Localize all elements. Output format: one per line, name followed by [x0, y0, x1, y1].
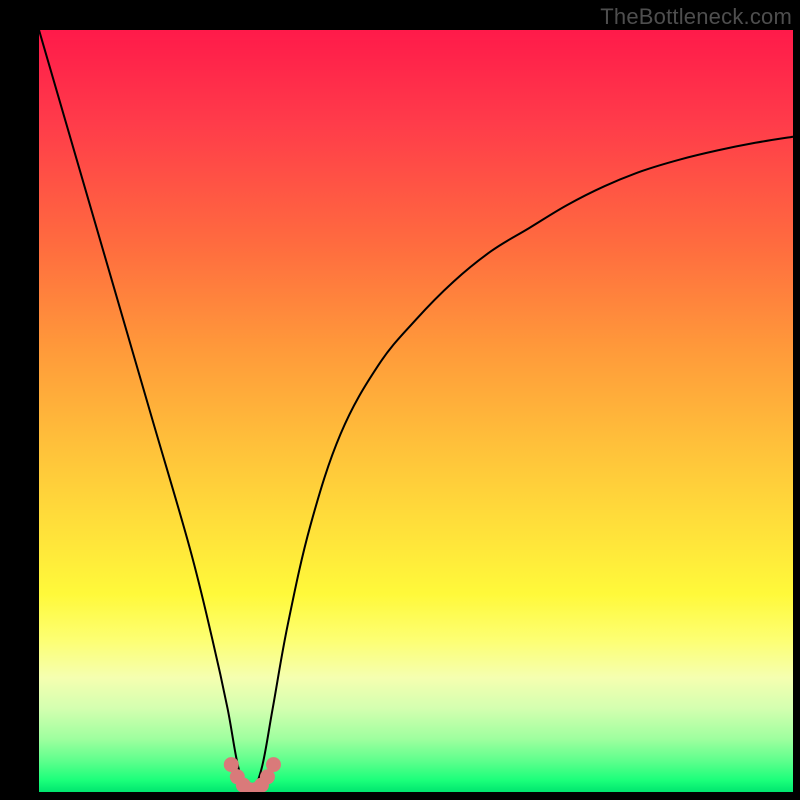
attribution-label: TheBottleneck.com [600, 4, 792, 30]
bottom-marker-dot [266, 757, 281, 772]
chart-frame: TheBottleneck.com [0, 0, 800, 800]
curve-layer [39, 30, 793, 792]
bottleneck-curve [39, 30, 793, 792]
plot-area [39, 30, 793, 792]
